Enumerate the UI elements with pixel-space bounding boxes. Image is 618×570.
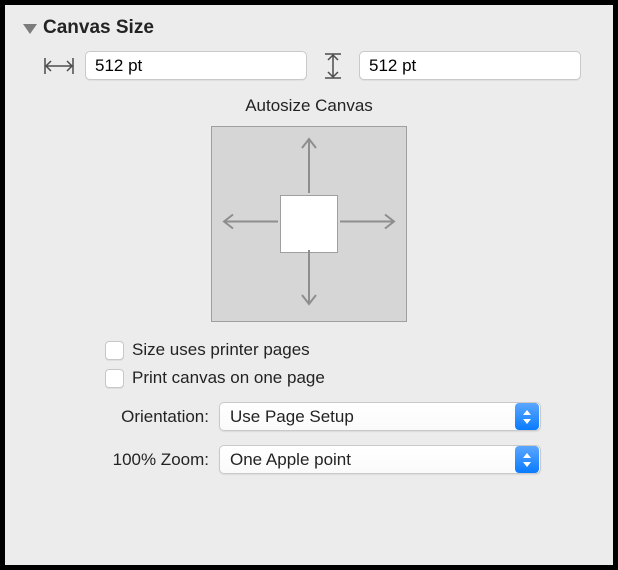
orientation-row: Orientation: Use Page Setup	[29, 402, 589, 431]
autosize-center[interactable]	[280, 195, 338, 253]
orientation-label: Orientation:	[29, 407, 219, 427]
orientation-popup[interactable]: Use Page Setup	[219, 402, 541, 431]
printer-pages-label: Size uses printer pages	[132, 340, 310, 360]
zoom-row: 100% Zoom: One Apple point	[29, 445, 589, 474]
popup-arrows-icon	[515, 446, 539, 473]
zoom-value: One Apple point	[220, 450, 515, 470]
autosize-down-arrow-icon[interactable]	[299, 248, 319, 313]
autosize-label: Autosize Canvas	[29, 96, 589, 116]
width-icon	[43, 53, 75, 79]
zoom-popup[interactable]: One Apple point	[219, 445, 541, 474]
section-title: Canvas Size	[43, 17, 154, 39]
one-page-checkbox[interactable]	[105, 369, 124, 388]
dimensions-row	[43, 51, 589, 80]
autosize-right-arrow-icon[interactable]	[338, 212, 398, 237]
checkbox-group: Size uses printer pages Print canvas on …	[105, 340, 589, 388]
orientation-value: Use Page Setup	[220, 407, 515, 427]
disclosure-triangle-icon[interactable]	[23, 24, 37, 34]
height-icon	[317, 53, 349, 79]
zoom-label: 100% Zoom:	[29, 450, 219, 470]
printer-pages-row: Size uses printer pages	[105, 340, 589, 360]
autosize-left-arrow-icon[interactable]	[220, 212, 280, 237]
autosize-up-arrow-icon[interactable]	[299, 135, 319, 200]
width-input[interactable]	[86, 52, 307, 79]
section-header[interactable]: Canvas Size	[23, 17, 589, 39]
height-input[interactable]	[360, 52, 581, 79]
canvas-size-panel: Canvas Size	[5, 5, 613, 565]
printer-pages-checkbox[interactable]	[105, 341, 124, 360]
one-page-label: Print canvas on one page	[132, 368, 325, 388]
popup-arrows-icon	[515, 403, 539, 430]
autosize-control	[211, 126, 407, 322]
one-page-row: Print canvas on one page	[105, 368, 589, 388]
height-stepper[interactable]	[359, 51, 581, 80]
width-stepper[interactable]	[85, 51, 307, 80]
